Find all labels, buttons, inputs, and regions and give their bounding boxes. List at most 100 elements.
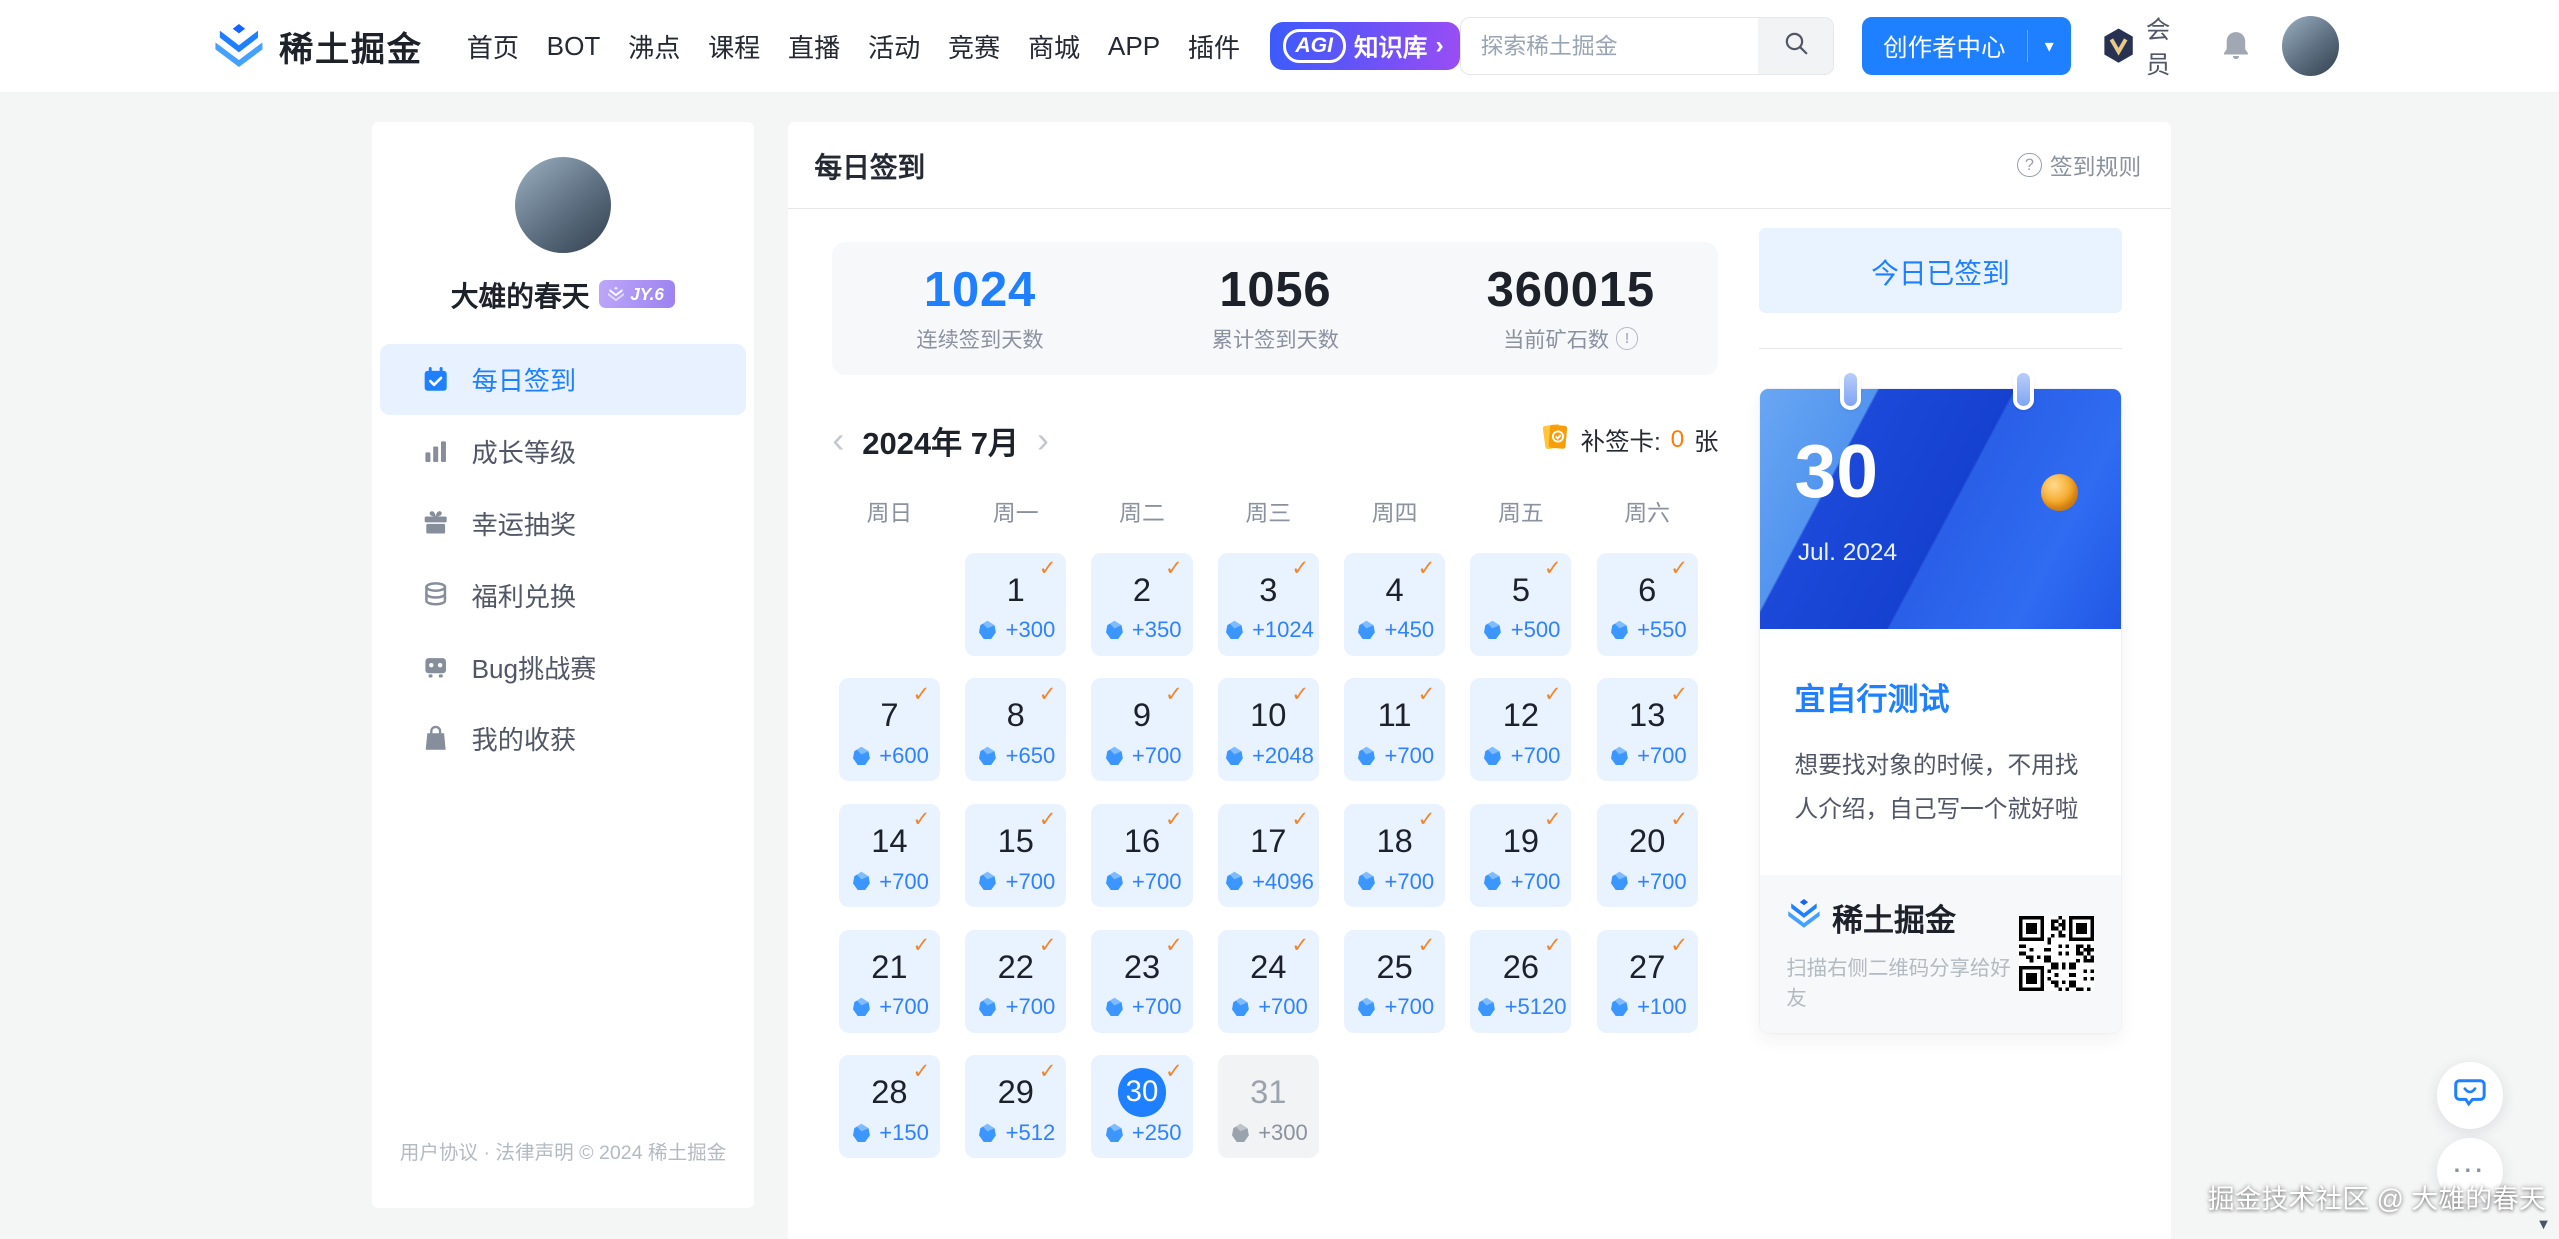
sidebar-item-daily-checkin[interactable]: 每日签到 (380, 343, 746, 416)
gem-icon (1103, 996, 1126, 1019)
day-number: 25 (1376, 947, 1413, 985)
gem-icon (1103, 870, 1126, 893)
gem-icon (850, 996, 873, 1019)
agi-label: 知识库 (1353, 34, 1428, 62)
check-icon: ✓ (1417, 682, 1436, 706)
sidebar-item-bug-challenge[interactable]: Bug挑战赛 (380, 631, 746, 703)
day-reward: +150 (850, 1120, 929, 1146)
day-reward: +450 (1355, 617, 1434, 643)
gem-icon (976, 870, 999, 893)
juejin-logo[interactable]: 稀土掘金 (212, 21, 422, 71)
feedback-chat-button[interactable] (2436, 1062, 2504, 1130)
gem-icon (850, 870, 873, 893)
nav-item-live[interactable]: 直播 (788, 27, 840, 65)
nav-item-shop[interactable]: 商城 (1028, 27, 1080, 65)
stat-1: 1056 累计签到天数 (1128, 262, 1423, 354)
level-badge[interactable]: JY.6 (599, 280, 676, 308)
gem-icon (1103, 1122, 1126, 1145)
member-badge-icon (2099, 26, 2138, 65)
stat-label: 当前矿石数! (1423, 323, 1718, 354)
calendar-day-20: ✓ 20 +700 (1596, 804, 1698, 907)
calendar-day-6: ✓ 6 +550 (1596, 552, 1698, 656)
stat-label: 连续签到天数 (916, 329, 1044, 353)
calendar-day-10: ✓ 10 +2048 (1217, 678, 1319, 782)
prev-month-button[interactable]: ‹ (832, 422, 844, 458)
agi-knowledge-badge[interactable]: AGI 知识库 › (1269, 21, 1460, 71)
check-icon: ✓ (1417, 557, 1436, 581)
calendar-day-30: ✓ 30 +250 (1091, 1055, 1193, 1159)
bar-chart-icon (421, 437, 450, 466)
day-number: 9 (1132, 696, 1152, 734)
day-number: 10 (1250, 696, 1287, 734)
calendar-day-3: ✓ 3 +1024 (1217, 552, 1319, 656)
nav-item-home[interactable]: 首页 (467, 27, 519, 65)
sidebar-item-growth-level[interactable]: 成长等级 (380, 415, 746, 487)
day-number: 27 (1629, 947, 1666, 985)
corner-caret-icon: ▼ (2536, 1217, 2551, 1234)
day-reward: +2048 (1223, 743, 1314, 769)
chevron-down-icon[interactable]: ▾ (2026, 29, 2071, 63)
sidebar-item-benefits-exchange[interactable]: 福利兑换 (380, 559, 746, 631)
day-number: 26 (1502, 947, 1540, 985)
gem-icon (1481, 745, 1504, 768)
calendar-day-22: ✓ 22 +700 (965, 929, 1067, 1033)
page-title: 每日签到 (814, 152, 926, 184)
weekday-label: 周三 (1245, 500, 1292, 527)
sidebar-item-lucky-draw[interactable]: 幸运抽奖 (380, 487, 746, 559)
level-badge-icon (607, 286, 625, 302)
calendar-day-15: ✓ 15 +700 (965, 804, 1067, 907)
day-number: 1 (1006, 570, 1025, 608)
nav-item-pins[interactable]: 沸点 (628, 27, 680, 65)
calendar-day-23: ✓ 23 +700 (1091, 929, 1193, 1033)
gem-icon (976, 745, 999, 768)
calendar-day-16: ✓ 16 +700 (1091, 804, 1193, 907)
day-reward: +300 (1229, 1120, 1308, 1146)
calendar-day-4: ✓ 4 +450 (1344, 552, 1446, 656)
gem-icon (1355, 996, 1378, 1019)
day-number: 15 (997, 821, 1034, 859)
user-avatar[interactable] (2281, 15, 2340, 77)
next-month-button[interactable]: › (1037, 422, 1049, 458)
calendar-day-12: ✓ 12 +700 (1470, 678, 1572, 782)
signed-today-button[interactable]: 今日已签到 (1759, 228, 2122, 314)
check-icon: ✓ (1543, 557, 1562, 581)
day-reward: +5120 (1475, 994, 1567, 1020)
day-number: 4 (1385, 570, 1404, 608)
calendar-day-9: ✓ 9 +700 (1091, 678, 1193, 782)
calendar-day-21: ✓ 21 +700 (838, 929, 940, 1033)
member-entry[interactable]: 会员 (2099, 11, 2191, 81)
orange-ball-icon (2040, 473, 2079, 512)
calendar-day-2: ✓ 2 +350 (1091, 552, 1193, 656)
creator-center-button[interactable]: 创作者中心 ▾ (1861, 16, 2071, 76)
question-icon: ? (2017, 152, 2042, 178)
notification-bell-icon[interactable] (2218, 28, 2254, 64)
nav-item-events[interactable]: 活动 (868, 27, 920, 65)
daily-date-card: 30 Jul. 2024 宜自行测试 想要找对象的时候，不用找人介绍，自己写一个… (1759, 369, 2122, 1034)
day-number: 31 (1250, 1073, 1287, 1111)
gem-icon (1223, 745, 1246, 768)
stat-value: 1056 (1219, 263, 1332, 318)
search-button[interactable] (1758, 17, 1834, 75)
info-icon[interactable]: ! (1615, 327, 1639, 351)
nav-item-extension[interactable]: 插件 (1188, 27, 1240, 65)
sidebar: 大雄的春天 JY.6 每日签到 成长等级 幸运抽奖 福利兑换 Bug挑战赛 我的收获 用户… (372, 122, 754, 1208)
check-icon: ✓ (912, 934, 931, 958)
day-number: 7 (880, 696, 899, 734)
date-card-image: 30 Jul. 2024 (1760, 388, 2121, 629)
gem-icon (1229, 1122, 1252, 1145)
bag-icon (421, 724, 450, 753)
day-number: 6 (1638, 570, 1657, 608)
sidebar-footer-links[interactable]: 用户协议 · 法律声明 © 2024 稀土掘金 (372, 1136, 754, 1165)
gem-icon (1608, 870, 1631, 893)
sidebar-item-my-harvest[interactable]: 我的收获 (380, 703, 746, 775)
resign-card-info[interactable]: 补签卡: 0 张 (1540, 421, 1718, 459)
nav-item-contest[interactable]: 竞赛 (948, 27, 1000, 65)
gem-icon (1355, 870, 1378, 893)
nav-item-app[interactable]: APP (1108, 31, 1160, 62)
checkin-rules-link[interactable]: ? 签到规则 (2017, 149, 2141, 182)
search-input[interactable] (1461, 17, 1759, 75)
nav-item-course[interactable]: 课程 (708, 27, 760, 65)
check-icon: ✓ (912, 808, 931, 832)
calendar-day-11: ✓ 11 +700 (1344, 678, 1446, 782)
nav-item-bot[interactable]: BOT (547, 31, 601, 62)
